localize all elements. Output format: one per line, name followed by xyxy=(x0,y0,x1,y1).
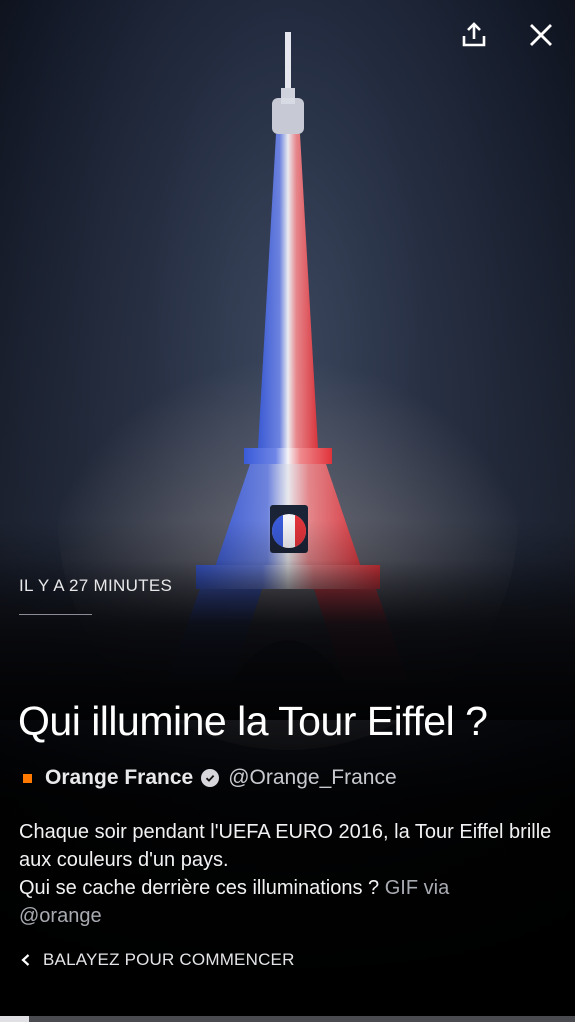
verified-badge-icon xyxy=(201,769,220,787)
moment-screen: IL Y A 27 MINUTES Qui illumine la Tour E… xyxy=(0,0,575,1022)
description-line-1: Chaque soir pendant l'UEFA EURO 2016, la… xyxy=(19,821,552,871)
story-description: Chaque soir pendant l'UEFA EURO 2016, la… xyxy=(19,818,559,930)
author-name[interactable]: Orange France xyxy=(45,766,193,790)
story-title: Qui illumine la Tour Eiffel ? xyxy=(18,698,488,744)
story-progress-fill xyxy=(0,1016,29,1022)
share-button[interactable] xyxy=(457,18,491,52)
gif-source-link[interactable]: @orange xyxy=(19,905,102,927)
orange-brand-icon xyxy=(23,773,32,783)
close-button[interactable] xyxy=(524,18,558,52)
author-row[interactable]: Orange France @Orange_France xyxy=(19,764,397,792)
close-icon xyxy=(530,24,552,46)
description-question: Qui se cache derrière ces illuminations … xyxy=(19,877,380,899)
swipe-to-start[interactable]: BALAYEZ POUR COMMENCER xyxy=(19,948,295,972)
story-progress-bar xyxy=(0,1016,575,1022)
share-icon xyxy=(462,22,486,47)
swipe-label: BALAYEZ POUR COMMENCER xyxy=(43,950,295,969)
author-handle[interactable]: @Orange_France xyxy=(228,766,396,790)
story-timestamp: IL Y A 27 MINUTES xyxy=(19,576,173,595)
gif-credit: GIF via xyxy=(384,877,450,899)
chevron-left-icon xyxy=(21,954,30,966)
description-line-3: @orange xyxy=(19,902,559,930)
timestamp-divider xyxy=(19,614,92,615)
description-line-2: Qui se cache derrière ces illuminations … xyxy=(19,874,559,902)
